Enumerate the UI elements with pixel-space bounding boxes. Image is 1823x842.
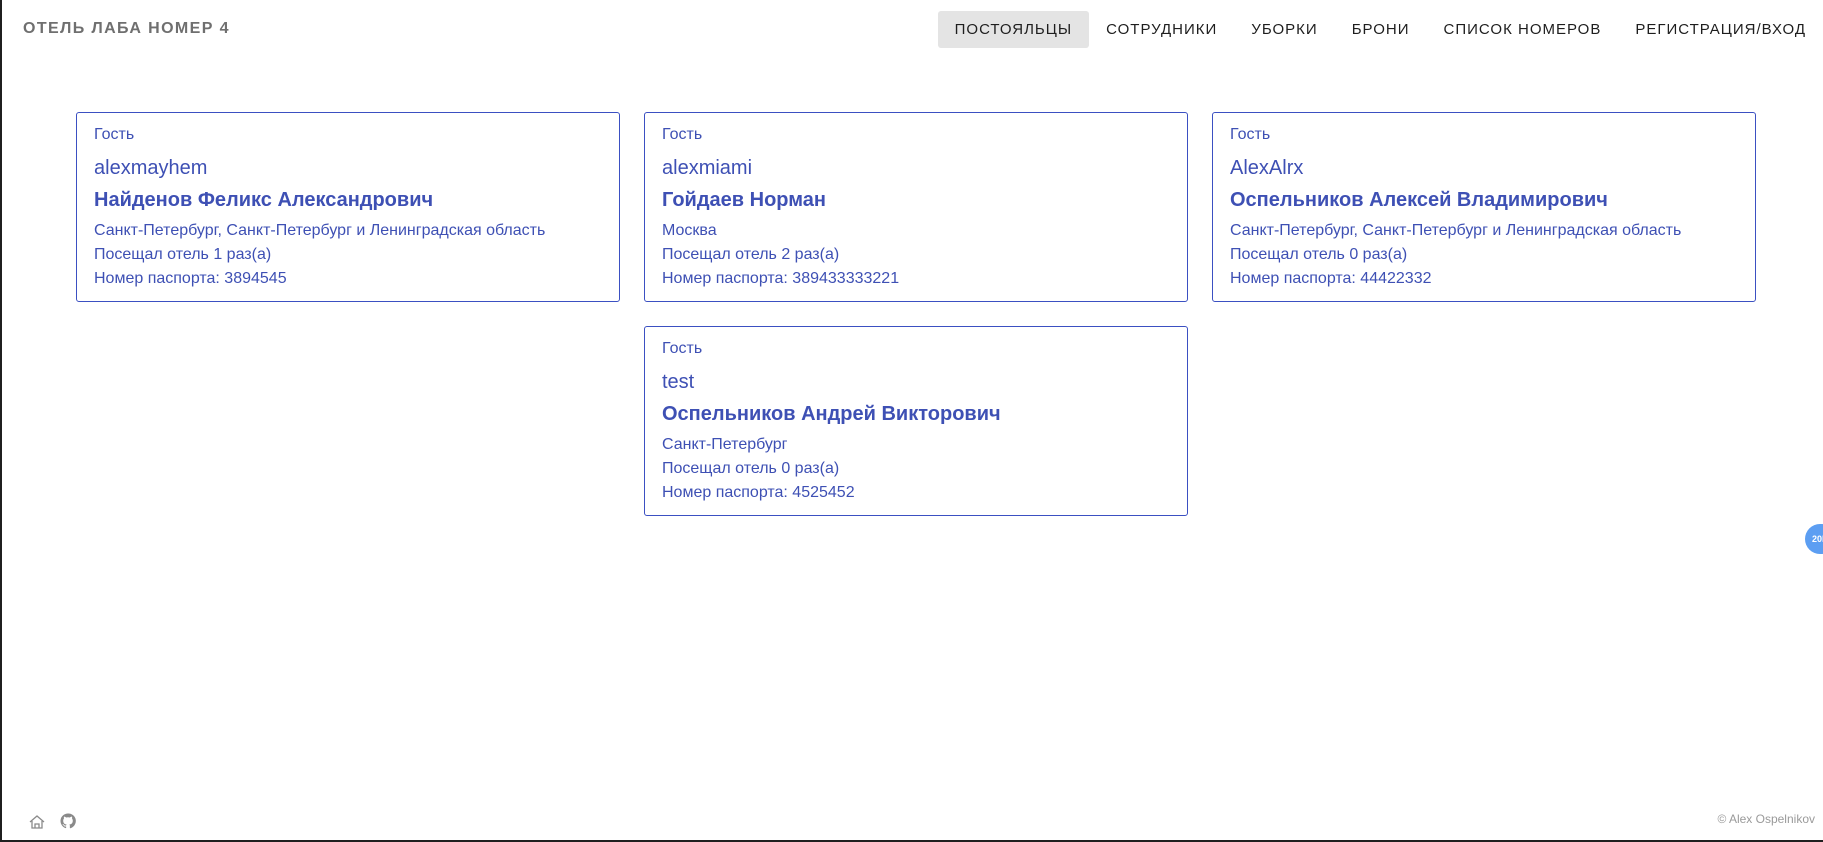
guest-login: AlexAlrx [1230,157,1304,179]
guest-login: alexmayhem [94,157,208,179]
guest-fullname: Найденов Феликс Александрович [94,189,434,211]
nav-bookings[interactable]: БРОНИ [1335,11,1427,48]
guest-passport: Номер паспорта: 44422332 [1230,270,1432,287]
nav-register-login[interactable]: РЕГИСТРАЦИЯ/ВХОД [1618,11,1823,48]
guest-card: Гость alexmiami Гойдаев Норман Москва По… [644,112,1188,302]
guest-city: Санкт-Петербург [662,436,788,453]
guest-city: Санкт-Петербург, Санкт-Петербург и Ленин… [94,222,546,239]
guest-role: Гость [94,126,135,143]
top-app-bar: ОТЕЛЬ ЛАБА НОМЕР 4 ПОСТОЯЛЬЦЫ СОТРУДНИКИ… [2,0,1823,58]
nav-employees[interactable]: СОТРУДНИКИ [1089,11,1234,48]
guest-login: alexmiami [662,157,753,179]
guest-fullname: Оспельников Алексей Владимирович [1230,189,1608,211]
guest-city: Москва [662,222,717,239]
guest-visits: Посещал отель 0 раз(а) [662,460,840,477]
guest-login: test [662,371,695,393]
guest-city: Санкт-Петербург, Санкт-Петербург и Ленин… [1230,222,1682,239]
guest-passport: Номер паспорта: 4525452 [662,484,855,501]
guest-fullname: Оспельников Андрей Викторович [662,403,1001,425]
guest-passport: Номер паспорта: 389433333221 [662,270,900,287]
guest-passport: Номер паспорта: 3894545 [94,270,287,287]
guest-card: Гость test Оспельников Андрей Викторович… [644,326,1188,516]
guest-card: Гость AlexAlrx Оспельников Алексей Влади… [1212,112,1756,302]
guest-fullname: Гойдаев Норман [662,189,826,211]
zoom-badge[interactable]: 20M [1805,524,1823,554]
nav-guests[interactable]: ПОСТОЯЛЬЦЫ [937,11,1090,48]
guest-visits: Посещал отель 2 раз(а) [662,246,840,263]
guest-role: Гость [1230,126,1271,143]
nav-rooms-list[interactable]: СПИСОК НОМЕРОВ [1427,11,1619,48]
guest-visits: Посещал отель 1 раз(а) [94,246,272,263]
main-nav: ПОСТОЯЛЬЦЫ СОТРУДНИКИ УБОРКИ БРОНИ СПИСО… [937,11,1823,48]
footer-icons [28,813,78,831]
github-icon[interactable] [60,813,78,831]
home-icon[interactable] [28,813,46,831]
guest-cards: Гость alexmayhem Найденов Феликс Алексан… [76,112,1756,532]
guest-role: Гость [662,340,703,357]
nav-cleanings[interactable]: УБОРКИ [1234,11,1334,48]
copyright: © Alex Ospelnikov [1717,812,1815,826]
app-title: ОТЕЛЬ ЛАБА НОМЕР 4 [23,20,230,37]
guest-visits: Посещал отель 0 раз(а) [1230,246,1408,263]
guest-role: Гость [662,126,703,143]
guest-card: Гость alexmayhem Найденов Феликс Алексан… [76,112,620,302]
